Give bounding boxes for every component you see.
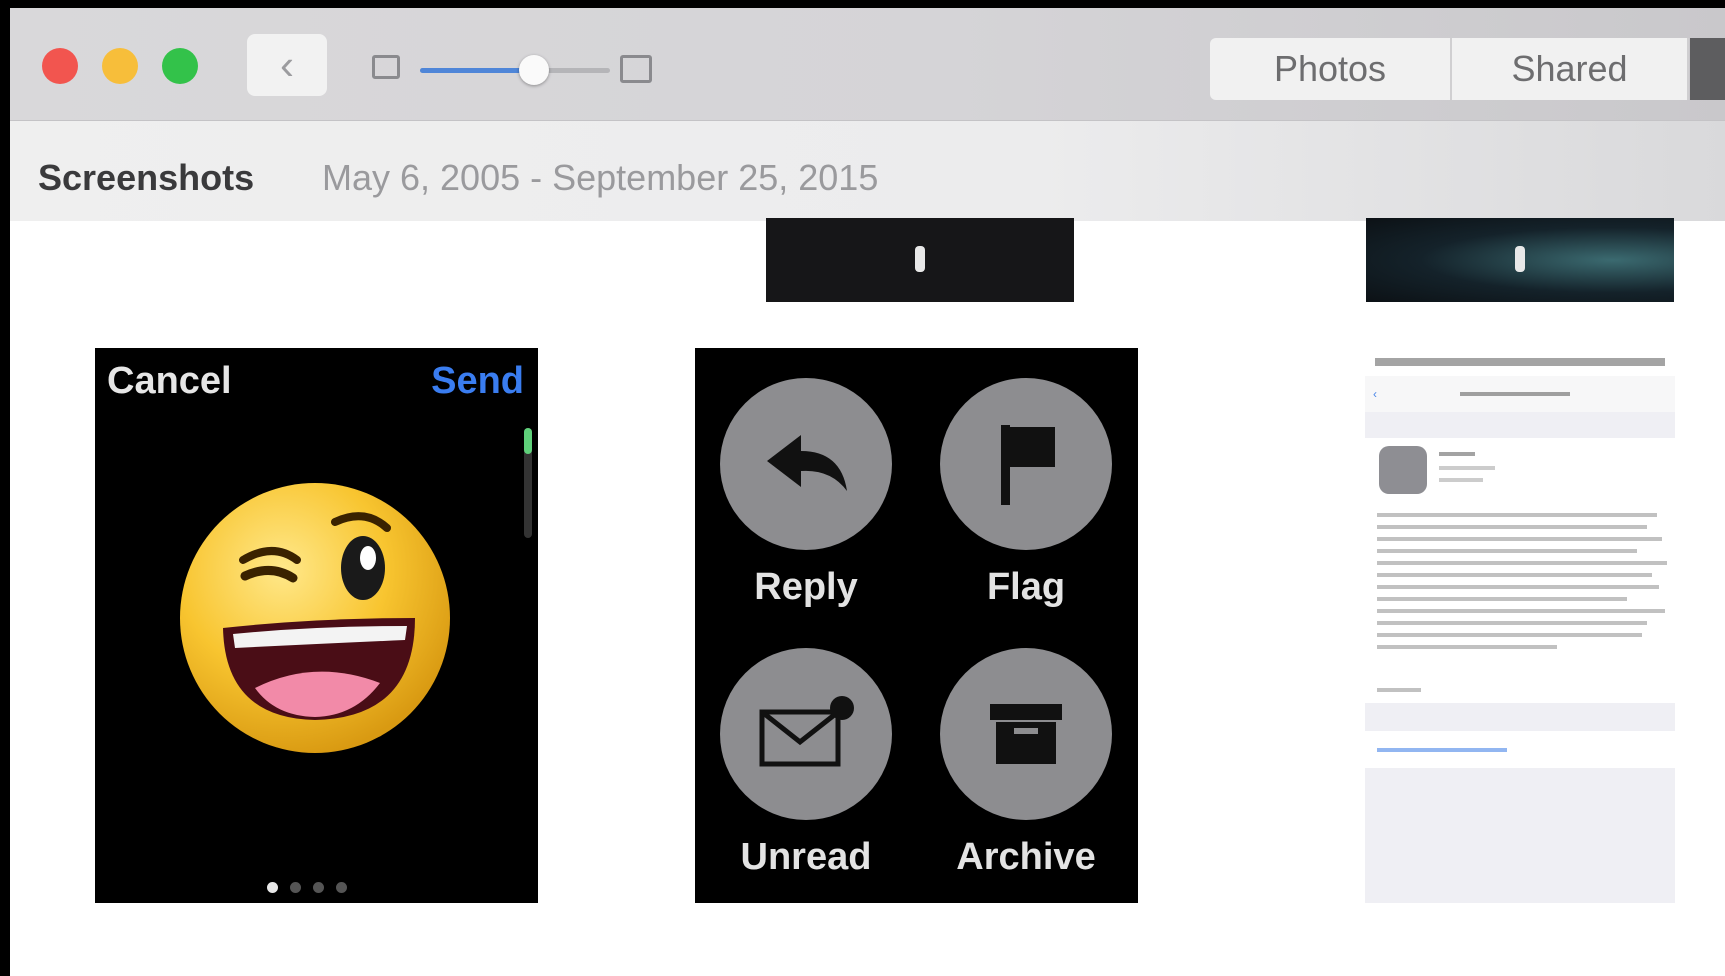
toolbar: ‹ Photos Shared: [10, 8, 1725, 121]
page-dot: [290, 882, 301, 893]
archive-box-icon: [940, 648, 1112, 820]
ios-nav-title: [1460, 392, 1570, 396]
ios-text-line: [1377, 621, 1647, 625]
zoom-slider-knob[interactable]: [519, 55, 549, 85]
winking-emoji-icon: [180, 483, 450, 753]
photo-thumbnail[interactable]: [1366, 218, 1674, 302]
ios-text-line: [1377, 609, 1665, 613]
ios-text-line: [1377, 525, 1647, 529]
flag-icon: [940, 378, 1112, 550]
photo-thumbnail-mail-actions[interactable]: Reply Flag Unread Archive: [695, 348, 1138, 903]
ios-text-line: [1377, 513, 1657, 517]
action-archive: Archive: [940, 648, 1112, 879]
zoom-in-icon[interactable]: [620, 55, 652, 83]
photo-thumbnail-emoji[interactable]: Cancel Send: [95, 348, 538, 903]
thumbnail-dot: [915, 246, 925, 272]
ios-text-line: [1377, 645, 1557, 649]
ios-section-gap: [1365, 412, 1675, 438]
album-title: Screenshots: [38, 157, 255, 198]
page-indicator-dots: [267, 882, 347, 893]
ios-text-line: [1377, 688, 1421, 692]
zoom-slider-track[interactable]: [420, 68, 610, 73]
ios-text-line: [1439, 466, 1495, 470]
cancel-label: Cancel: [107, 360, 232, 402]
photo-thumbnail[interactable]: [766, 218, 1074, 302]
ios-text-line: [1377, 549, 1637, 553]
action-label: Flag: [986, 566, 1066, 608]
photos-window: ‹ Photos Shared Screenshots May 6, 2005 …: [10, 8, 1725, 976]
tab-albums-partial[interactable]: [1690, 38, 1725, 100]
ios-text-line: [1439, 478, 1483, 482]
ios-bottom-area: [1365, 768, 1675, 903]
minimize-window-button[interactable]: [102, 48, 138, 84]
ios-text-line: [1377, 537, 1662, 541]
ios-text-line: [1377, 597, 1627, 601]
zoom-out-icon[interactable]: [372, 55, 400, 79]
chevron-left-icon: ‹: [1373, 387, 1377, 401]
send-label: Send: [431, 360, 524, 402]
ios-text-line: [1377, 573, 1652, 577]
thumbnail-dot: [1515, 246, 1525, 272]
ios-text-line: [1377, 633, 1642, 637]
action-label: Archive: [956, 836, 1096, 878]
back-button[interactable]: ‹: [247, 34, 327, 96]
photo-thumbnail-ios-screen[interactable]: ‹: [1365, 348, 1675, 903]
zoom-window-button[interactable]: [162, 48, 198, 84]
page-dot: [267, 882, 278, 893]
ios-text-line: [1439, 452, 1475, 456]
tab-shared[interactable]: Shared: [1452, 38, 1689, 100]
chevron-left-icon: ‹: [280, 41, 294, 88]
page-dot: [336, 882, 347, 893]
action-label: Unread: [740, 836, 872, 878]
reply-arrow-icon: [720, 378, 892, 550]
action-flag: Flag: [940, 378, 1112, 609]
tab-photos[interactable]: Photos: [1210, 38, 1452, 100]
close-window-button[interactable]: [42, 48, 78, 84]
ios-section-gap: [1365, 703, 1675, 731]
status-bar: [1375, 358, 1665, 366]
ios-nav-bar: ‹: [1365, 376, 1675, 413]
envelope-unread-icon: [720, 648, 892, 820]
date-range: May 6, 2005 - September 25, 2015: [322, 157, 879, 198]
ios-text-line: [1377, 585, 1659, 589]
zoom-slider-fill: [420, 68, 534, 73]
action-reply: Reply: [720, 378, 892, 609]
settings-gear-icon: [1379, 446, 1427, 494]
ios-link-line: [1377, 748, 1507, 752]
action-label: Reply: [754, 566, 858, 608]
ios-text-line: [1377, 561, 1667, 565]
page-dot: [313, 882, 324, 893]
scroll-indicator: [524, 428, 532, 538]
album-header: Screenshots May 6, 2005 - September 25, …: [10, 121, 1725, 221]
action-unread: Unread: [720, 648, 892, 879]
